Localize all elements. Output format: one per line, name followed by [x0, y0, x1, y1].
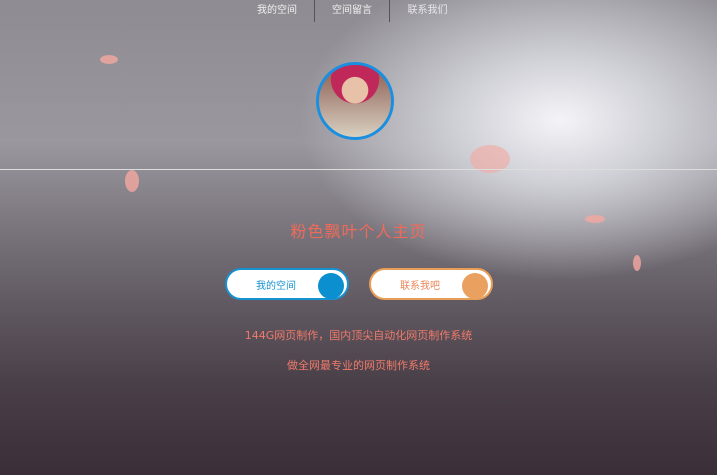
- tagline-2: 做全网最专业的网页制作系统: [287, 359, 430, 372]
- nav-guestbook[interactable]: 空间留言: [315, 0, 390, 22]
- toggle-knob: [462, 273, 488, 299]
- top-nav: 我的空间 空间留言 联系我们: [240, 0, 465, 22]
- my-space-button[interactable]: 我的空间: [225, 268, 349, 300]
- contact-button[interactable]: 联系我吧: [369, 268, 493, 300]
- petal-decoration: [633, 255, 641, 271]
- tagline-1: 144G网页制作，国内顶尖自动化网页制作系统: [244, 329, 473, 342]
- divider: [0, 169, 717, 170]
- petal-decoration: [100, 55, 118, 64]
- toggle-knob: [318, 273, 344, 299]
- nav-my-space[interactable]: 我的空间: [240, 0, 315, 22]
- petal-decoration: [125, 170, 139, 192]
- avatar[interactable]: [316, 62, 394, 140]
- page-title: 粉色飘叶个人主页: [290, 222, 427, 241]
- nav-contact[interactable]: 联系我们: [390, 0, 465, 22]
